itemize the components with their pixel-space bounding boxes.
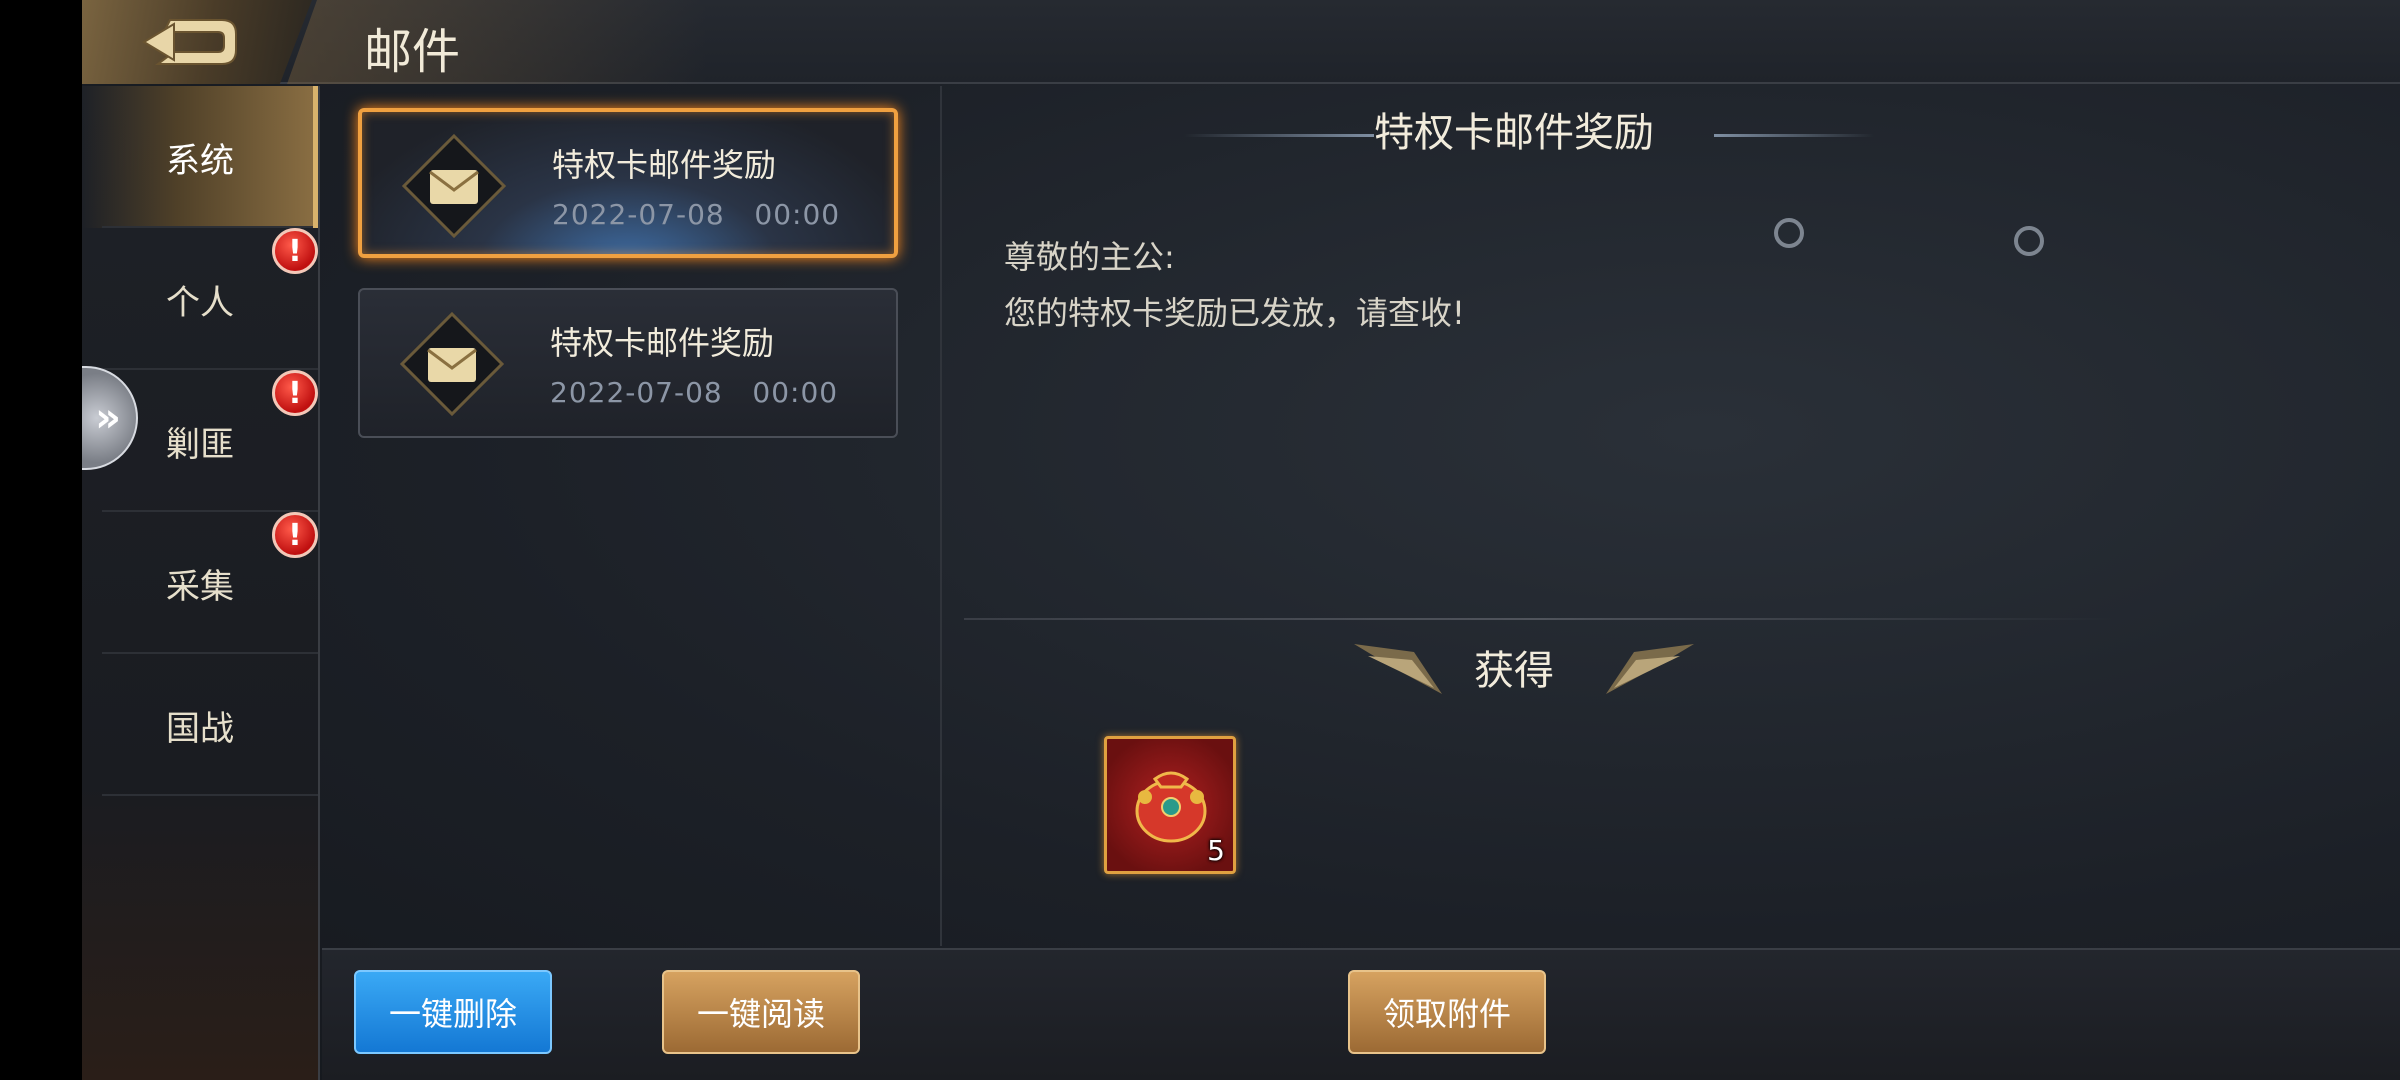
alert-badge-icon: !: [272, 228, 318, 274]
mail-title: 特权卡邮件奖励: [552, 146, 777, 184]
mail-date: 2022-07-08 00:00: [550, 376, 839, 409]
header-decoration: [287, 0, 707, 84]
sidebar-item-personal[interactable]: 个人 !: [82, 228, 318, 370]
page-title: 邮件: [364, 24, 461, 80]
footer-toolbar: 一键删除 一键阅读 领取附件: [322, 948, 2400, 1080]
alert-badge-icon: !: [272, 512, 318, 558]
envelope-icon: [400, 312, 504, 416]
claim-attachment-button[interactable]: 领取附件: [1348, 970, 1546, 1054]
sidebar-item-label: 采集: [166, 566, 234, 607]
mail-screen: 邮件 系统 个人 ! 剿匪 ! 采集 ! 国战 » 特权卡邮件奖励 2022-0…: [82, 0, 2400, 1080]
reward-item-slot[interactable]: 5: [1104, 736, 1236, 874]
mail-body: 您的特权卡奖励已发放，请查收!: [1004, 294, 1465, 332]
mail-category-sidebar: 系统 个人 ! 剿匪 ! 采集 ! 国战: [82, 86, 320, 1080]
ring-ornament: [2014, 226, 2044, 256]
ring-ornament: [1774, 218, 1804, 248]
sidebar-item-national-war[interactable]: 国战: [82, 654, 318, 796]
button-label: 一键删除: [388, 995, 517, 1033]
mail-list-item[interactable]: 特权卡邮件奖励 2022-07-08 00:00: [358, 108, 898, 258]
read-all-button[interactable]: 一键阅读: [662, 970, 860, 1054]
mail-list: 特权卡邮件奖励 2022-07-08 00:00 特权卡邮件奖励 2022-07…: [322, 86, 942, 946]
delete-all-button[interactable]: 一键删除: [354, 970, 552, 1054]
header-bar: 邮件: [82, 0, 2400, 84]
sidebar-item-label: 个人: [166, 282, 234, 323]
sidebar-item-label: 剿匪: [166, 424, 234, 465]
red-pouch-icon: [1135, 771, 1207, 843]
wing-right-icon: [1606, 644, 1694, 694]
mail-list-item[interactable]: 特权卡邮件奖励 2022-07-08 00:00: [358, 288, 898, 438]
mail-date: 2022-07-08 00:00: [552, 198, 841, 231]
section-divider: [964, 618, 2114, 620]
title-decoration-left: [1184, 134, 1374, 137]
sidebar-item-gather[interactable]: 采集 !: [82, 512, 318, 654]
sidebar-item-label: 系统: [166, 140, 234, 181]
mail-title: 特权卡邮件奖励: [550, 324, 775, 362]
divider: [102, 794, 318, 796]
mail-heading-text: 特权卡邮件奖励: [1374, 110, 1654, 156]
back-button[interactable]: [82, 0, 312, 84]
sidebar-item-label: 国战: [166, 708, 234, 749]
wing-left-icon: [1354, 644, 1442, 694]
back-arrow-icon: [142, 19, 237, 65]
button-label: 领取附件: [1382, 995, 1511, 1033]
title-decoration-right: [1714, 134, 1874, 137]
reward-quantity: 5: [1207, 834, 1225, 867]
mail-content-panel: 特权卡邮件奖励 尊敬的主公: 您的特权卡奖励已发放，请查收! 获得 5: [944, 86, 2400, 946]
obtain-label: 获得: [1474, 648, 1554, 694]
envelope-icon: [402, 134, 506, 238]
alert-badge-icon: !: [272, 370, 318, 416]
double-chevron-right-icon: »: [95, 395, 121, 441]
sidebar-item-system[interactable]: 系统: [82, 86, 318, 228]
mail-greeting: 尊敬的主公:: [1004, 238, 1175, 276]
button-label: 一键阅读: [696, 995, 825, 1033]
